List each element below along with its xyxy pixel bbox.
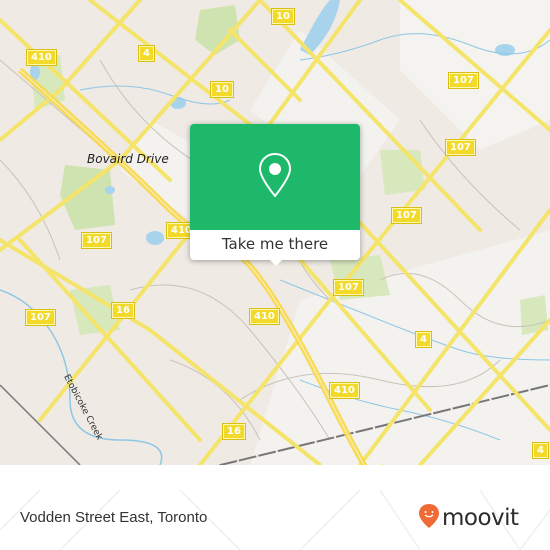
place-label-bovaird-drive: Bovaird Drive <box>87 152 169 166</box>
route-shield-4: 4 <box>415 331 432 348</box>
map-pin-icon <box>257 152 293 202</box>
route-shield-107: 107 <box>391 207 422 224</box>
route-shield-107: 107 <box>445 139 476 156</box>
popup-pointer <box>268 258 284 266</box>
route-shield-107: 107 <box>448 72 479 89</box>
location-name: Vodden Street East, Toronto <box>20 509 208 526</box>
route-shield-410: 410 <box>329 382 360 399</box>
route-shield-4: 4 <box>532 442 549 459</box>
destination-popup[interactable]: Take me there <box>190 124 360 266</box>
route-shield-107: 107 <box>333 279 364 296</box>
route-shield-107: 107 <box>81 232 112 249</box>
route-shield-4: 4 <box>138 45 155 62</box>
route-shield-410: 410 <box>249 308 280 325</box>
route-shield-10: 10 <box>210 81 234 98</box>
moovit-wordmark: moovit <box>442 505 519 531</box>
route-shield-10: 10 <box>271 8 295 25</box>
route-shield-16: 16 <box>222 423 246 440</box>
moovit-smiley-pin-icon <box>418 503 440 533</box>
moovit-logo[interactable]: moovit <box>418 503 519 533</box>
take-me-there-button[interactable]: Take me there <box>190 230 360 260</box>
route-shield-16: 16 <box>111 302 135 319</box>
footer-bar: Vodden Street East, Toronto moovit <box>0 490 550 550</box>
popup-pin-area[interactable] <box>190 124 360 230</box>
map-view[interactable]: 410 4 10 10 10 410 107 107 107 107 107 1… <box>0 0 550 465</box>
route-shield-107: 107 <box>25 309 56 326</box>
route-shield-410: 410 <box>26 49 57 66</box>
